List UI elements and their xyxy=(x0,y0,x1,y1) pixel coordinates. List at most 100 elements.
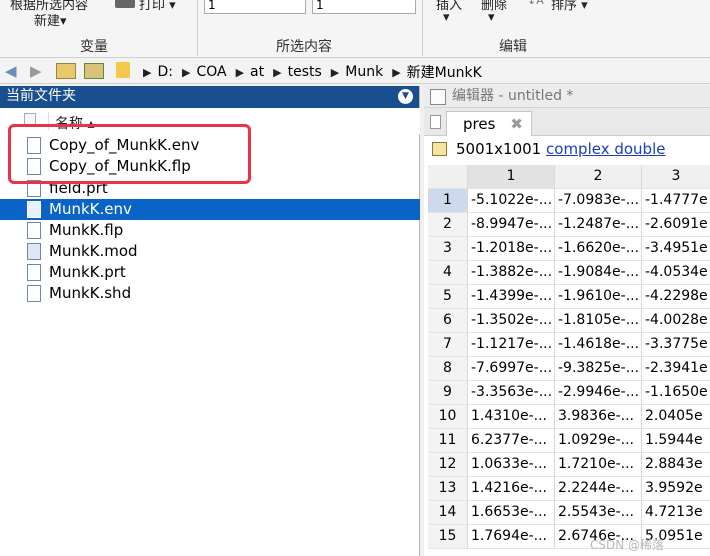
table-cell[interactable]: -4.0534e xyxy=(642,261,710,285)
table-cell[interactable]: -2.6091e xyxy=(642,213,710,237)
up-folder-icon[interactable] xyxy=(56,63,76,79)
row-header[interactable]: 3 xyxy=(428,237,468,261)
delete-chevron-icon[interactable]: ▾ xyxy=(488,10,495,25)
file-row[interactable]: MunkK.flp xyxy=(0,220,420,241)
table-cell[interactable]: -2.9946e-... xyxy=(555,381,642,405)
table-cell[interactable]: -8.9947e-... xyxy=(468,213,555,237)
breadcrumb: ▶ D: ▶ COA ▶ at ▶ tests ▶ Munk ▶ 新建MunkK xyxy=(134,62,482,82)
table-cell[interactable]: -1.1217e-... xyxy=(468,333,555,357)
row-header[interactable]: 5 xyxy=(428,285,468,309)
table-cell[interactable]: 3.9836e-... xyxy=(555,405,642,429)
table-row: 11 6.2377e-... 1.0929e-... 1.5944e xyxy=(428,429,710,453)
group-label-edit: 编辑 xyxy=(499,39,527,55)
file-row[interactable]: MunkK.mod xyxy=(0,241,420,262)
table-cell[interactable]: 1.0929e-... xyxy=(555,429,642,453)
table-cell[interactable]: -1.4399e-... xyxy=(468,285,555,309)
file-row[interactable]: MunkK.shd xyxy=(0,283,420,304)
table-cell[interactable]: -2.3941e xyxy=(642,357,710,381)
row-header[interactable]: 9 xyxy=(428,381,468,405)
table-cell[interactable]: -1.4777e xyxy=(642,189,710,213)
table-cell[interactable]: -1.9610e-... xyxy=(555,285,642,309)
row-header[interactable]: 6 xyxy=(428,309,468,333)
table-row: 4 -1.3882e-... -1.9084e-... -4.0534e xyxy=(428,261,710,285)
row-header[interactable]: 11 xyxy=(428,429,468,453)
insert-chevron-icon[interactable]: ▾ xyxy=(443,10,450,25)
close-icon[interactable]: ✖ xyxy=(510,112,523,136)
table-cell[interactable]: 2.2244e-... xyxy=(555,477,642,501)
row-header[interactable]: 15 xyxy=(428,525,468,549)
document-icon xyxy=(27,201,41,218)
table-cell[interactable]: -4.2298e xyxy=(642,285,710,309)
sort-icon[interactable]: ↓A xyxy=(527,0,544,7)
column-header[interactable]: 1 xyxy=(468,165,555,189)
tab-pres[interactable]: pres ✖ xyxy=(446,111,532,136)
table-cell[interactable]: 6.2377e-... xyxy=(468,429,555,453)
breadcrumb-item[interactable]: COA xyxy=(196,64,226,80)
breadcrumb-item[interactable]: D: xyxy=(157,64,173,80)
table-cell[interactable]: 1.7210e-... xyxy=(555,453,642,477)
new-button[interactable]: 新建▾ xyxy=(34,10,67,29)
table-cell[interactable]: -1.8105e-... xyxy=(555,309,642,333)
back-arrow-icon[interactable]: ◀ xyxy=(5,62,17,80)
breadcrumb-item[interactable]: at xyxy=(250,64,264,80)
print-button[interactable]: 打印 ▾ xyxy=(139,0,176,13)
table-cell[interactable]: -1.6620e-... xyxy=(555,237,642,261)
column-header[interactable]: 3 xyxy=(642,165,710,189)
table-cell[interactable]: -4.0028e xyxy=(642,309,710,333)
file-row-selected[interactable]: MunkK.env xyxy=(0,199,420,220)
print-icon[interactable] xyxy=(115,0,135,8)
browse-folder-icon[interactable] xyxy=(84,63,104,79)
row-header[interactable]: 7 xyxy=(428,333,468,357)
row-header[interactable]: 14 xyxy=(428,501,468,525)
file-name: MunkK.flp xyxy=(49,221,124,239)
table-cell[interactable]: 1.6653e-... xyxy=(468,501,555,525)
breadcrumb-item[interactable]: Munk xyxy=(345,64,383,80)
selection-row-input[interactable]: 1 xyxy=(204,0,306,14)
table-cell[interactable]: 1.7694e-... xyxy=(468,525,555,549)
table-cell[interactable]: -7.0983e-... xyxy=(555,189,642,213)
table-row: 5 -1.4399e-... -1.9610e-... -4.2298e xyxy=(428,285,710,309)
row-header[interactable]: 8 xyxy=(428,357,468,381)
forward-arrow-icon[interactable]: ▶ xyxy=(30,62,42,80)
table-cell[interactable]: -9.3825e-... xyxy=(555,357,642,381)
table-cell[interactable]: -5.1022e-... xyxy=(468,189,555,213)
table-cell[interactable]: -3.4951e xyxy=(642,237,710,261)
row-header[interactable]: 13 xyxy=(428,477,468,501)
table-cell[interactable]: -1.1650e xyxy=(642,381,710,405)
table-cell[interactable]: -1.9084e-... xyxy=(555,261,642,285)
breadcrumb-item[interactable]: tests xyxy=(288,64,322,80)
table-cell[interactable]: 1.4216e-... xyxy=(468,477,555,501)
variable-type-link[interactable]: complex double xyxy=(546,140,665,158)
row-header[interactable]: 1 xyxy=(428,189,468,213)
row-header[interactable]: 4 xyxy=(428,261,468,285)
table-cell[interactable]: -1.2487e-... xyxy=(555,213,642,237)
table-cell[interactable]: 3.9592e xyxy=(642,477,710,501)
breadcrumb-item[interactable]: 新建MunkK xyxy=(407,62,482,82)
table-cell[interactable]: 4.7213e xyxy=(642,501,710,525)
row-header[interactable]: 2 xyxy=(428,213,468,237)
table-cell[interactable]: 1.0633e-... xyxy=(468,453,555,477)
table-cell[interactable]: -3.3563e-... xyxy=(468,381,555,405)
toolstrip: 根据所选内容 新建▾ 打印 ▾ 1 1 插入 ▾ 删除 ▾ ↓A 排序 ▾ 变量… xyxy=(0,0,710,58)
table-cell[interactable]: -1.4618e-... xyxy=(555,333,642,357)
panel-menu-icon[interactable]: ▼ xyxy=(398,89,413,104)
document-icon xyxy=(27,264,41,281)
table-row: 1 -5.1022e-... -7.0983e-... -1.4777e xyxy=(428,189,710,213)
table-cell[interactable]: 2.8843e xyxy=(642,453,710,477)
sort-button[interactable]: 排序 ▾ xyxy=(551,0,588,13)
row-header[interactable]: 10 xyxy=(428,405,468,429)
table-cell[interactable]: -1.3502e-... xyxy=(468,309,555,333)
row-header[interactable]: 12 xyxy=(428,453,468,477)
table-cell[interactable]: 2.5543e-... xyxy=(555,501,642,525)
editor-title-bar: 编辑器 - untitled * xyxy=(424,86,710,108)
column-header[interactable]: 2 xyxy=(555,165,642,189)
table-cell[interactable]: -7.6997e-... xyxy=(468,357,555,381)
file-row[interactable]: MunkK.prt xyxy=(0,262,420,283)
table-cell[interactable]: 1.4310e-... xyxy=(468,405,555,429)
table-cell[interactable]: -3.3775e xyxy=(642,333,710,357)
selection-col-input[interactable]: 1 xyxy=(312,0,416,14)
table-cell[interactable]: -1.3882e-... xyxy=(468,261,555,285)
table-cell[interactable]: 1.5944e xyxy=(642,429,710,453)
table-cell[interactable]: -1.2018e-... xyxy=(468,237,555,261)
table-cell[interactable]: 2.0405e xyxy=(642,405,710,429)
